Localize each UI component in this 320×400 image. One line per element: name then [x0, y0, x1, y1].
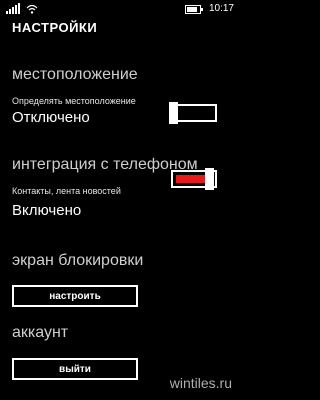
sign-out-button[interactable]: выйти	[12, 358, 138, 380]
toggle-thumb[interactable]	[205, 168, 214, 190]
configure-lockscreen-button[interactable]: настроить	[12, 285, 138, 307]
signal-icon	[6, 3, 20, 14]
section-header-lockscreen: экран блокировки	[12, 252, 144, 269]
battery-fill	[186, 6, 197, 12]
location-toggle-state: Отключено	[12, 109, 90, 126]
battery-icon	[184, 4, 203, 14]
location-toggle-label: Определять местоположение	[12, 96, 136, 106]
section-header-phone: интеграция с телефоном	[12, 156, 198, 173]
page-title: НАСТРОЙКИ	[12, 20, 98, 35]
toggle-fill	[176, 175, 206, 183]
phone-integration-toggle[interactable]	[171, 168, 217, 190]
status-bar: 10:17	[0, 0, 240, 18]
wifi-icon	[26, 4, 38, 14]
phone-toggle-label: Контакты, лента новостей	[12, 186, 121, 196]
section-header-account: аккаунт	[12, 324, 69, 341]
location-toggle[interactable]	[169, 102, 217, 124]
clock: 10:17	[208, 3, 234, 14]
section-header-location: местоположение	[12, 66, 138, 83]
status-left	[6, 3, 38, 14]
status-right: 10:17	[184, 3, 234, 15]
watermark: wintiles.ru	[169, 375, 232, 391]
phone-toggle-state: Включено	[12, 202, 82, 219]
toggle-thumb[interactable]	[169, 102, 178, 124]
